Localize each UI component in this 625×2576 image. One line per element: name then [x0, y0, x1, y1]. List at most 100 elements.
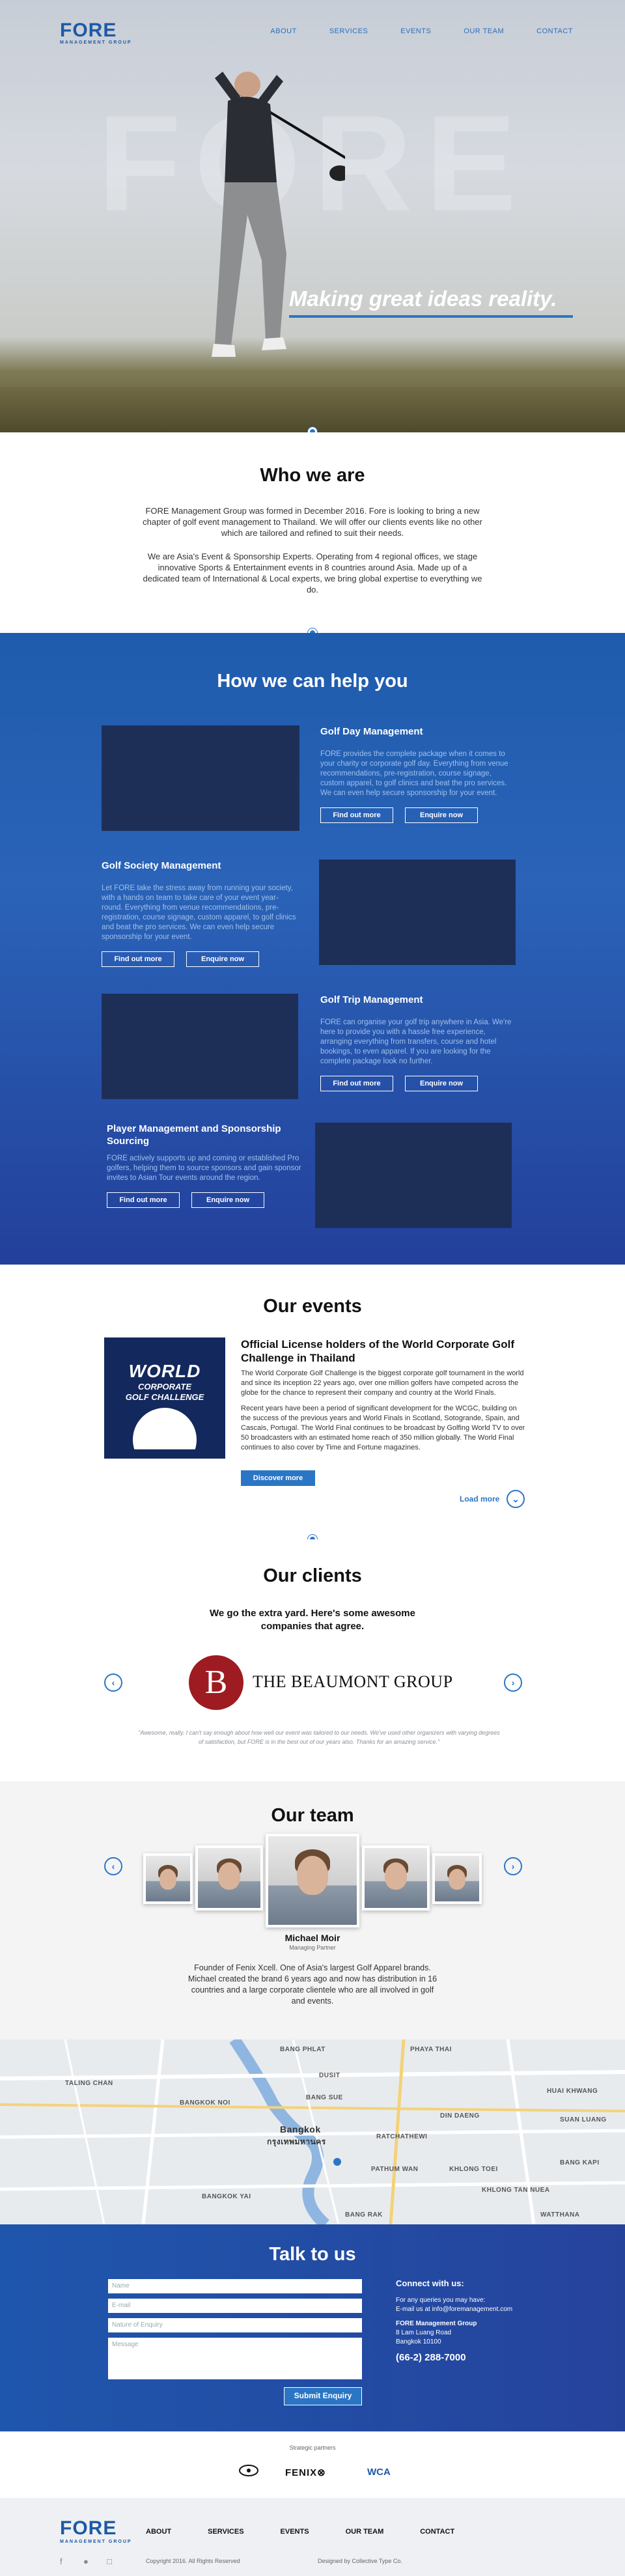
facebook-icon[interactable]: f — [60, 2556, 62, 2566]
golfer-image — [212, 72, 345, 357]
name-input[interactable]: Name — [108, 2279, 362, 2293]
map-city-label: Bangkok — [280, 2124, 321, 2135]
chevron-left-icon[interactable]: ‹ — [104, 1673, 122, 1692]
service-golf-society: Golf Society Management Let FORE take th… — [102, 860, 297, 967]
chevron-left-icon[interactable]: ‹ — [104, 1857, 122, 1875]
chevron-right-icon[interactable]: › — [504, 1673, 522, 1692]
team-photo[interactable] — [143, 1853, 193, 1904]
find-out-more-button[interactable]: Find out more — [320, 1076, 393, 1091]
enquire-now-button[interactable]: Enquire now — [405, 1076, 478, 1091]
footer-nav-services[interactable]: SERVICES — [208, 2528, 243, 2536]
map-label: WATTHANA — [540, 2211, 580, 2219]
submit-enquiry-button[interactable]: Submit Enquiry — [284, 2387, 362, 2405]
events-title: Our events — [263, 1296, 362, 1317]
twitter-icon[interactable]: ● — [83, 2556, 89, 2566]
footer-nav-our-team[interactable]: OUR TEAM — [346, 2528, 384, 2536]
map-label: DIN DAENG — [440, 2112, 480, 2120]
site-logo-sub: MANAGEMENT GROUP — [60, 40, 132, 45]
chevron-down-icon[interactable]: ⌄ — [507, 1490, 525, 1508]
who-paragraph-1: FORE Management Group was formed in Dece… — [143, 506, 482, 538]
find-out-more-button[interactable]: Find out more — [102, 951, 174, 967]
map-label: BANGKOK YAI — [202, 2193, 251, 2200]
partner-logo-emblem — [239, 2465, 258, 2476]
map-label: BANGKOK NOI — [180, 2099, 230, 2107]
nav-links: ABOUT SERVICES EVENTS OUR TEAM CONTACT — [270, 27, 573, 35]
hero-section: FORE FORE MANAGEMENT GROUP ABOUT SERVICE… — [0, 0, 625, 432]
wcgc-logo-line1: WORLD — [128, 1361, 201, 1381]
golf-ball-icon — [133, 1408, 197, 1449]
map-label: BANG KAPI — [560, 2159, 600, 2166]
map-label: PATHUM WAN — [371, 2166, 419, 2173]
service-text: Let FORE take the stress away from runni… — [102, 884, 296, 941]
who-paragraph-2: We are Asia's Event & Sponsorship Expert… — [143, 552, 482, 595]
team-photo-active[interactable] — [266, 1834, 359, 1927]
discover-more-button[interactable]: Discover more — [241, 1470, 315, 1486]
service-title: Golf Trip Management — [320, 994, 423, 1005]
service-image — [102, 994, 298, 1099]
email-input[interactable]: E-mail — [108, 2299, 362, 2313]
hero-tagline: Making great ideas reality. — [289, 287, 557, 311]
service-text: FORE actively supports up and coming or … — [107, 1155, 301, 1182]
contact-email[interactable]: E-mail us at info@foremanagement.com — [396, 2305, 512, 2314]
message-textarea[interactable]: Message — [108, 2338, 362, 2379]
section-divider-dot — [308, 427, 317, 432]
map-city-label-thai: กรุงเทพมหานคร — [267, 2137, 326, 2146]
footer-nav-contact[interactable]: CONTACT — [420, 2528, 454, 2536]
find-out-more-button[interactable]: Find out more — [107, 1192, 180, 1208]
nav-events[interactable]: EVENTS — [400, 27, 431, 35]
site-logo[interactable]: FORE — [60, 20, 117, 42]
service-player-management: Player Management and Sponsorship Sourci… — [107, 1123, 302, 1208]
chevron-right-icon[interactable]: › — [504, 1857, 522, 1875]
footer: FORE MANAGEMENT GROUP ABOUT SERVICES EVE… — [0, 2498, 625, 2576]
team-photo[interactable] — [195, 1845, 263, 1911]
contact-phone[interactable]: (66-2) 288-7000 — [396, 2353, 466, 2362]
load-more-link[interactable]: Load more — [460, 1494, 499, 1504]
enquire-now-button[interactable]: Enquire now — [186, 951, 259, 967]
footer-logo-block: FORE MANAGEMENT GROUP — [60, 2517, 132, 2544]
event-heading: Official License holders of the World Co… — [241, 1338, 515, 1364]
footer-nav-events[interactable]: EVENTS — [281, 2528, 309, 2536]
footer-logo-sub: MANAGEMENT GROUP — [60, 2540, 132, 2544]
footer-nav-about[interactable]: ABOUT — [146, 2528, 171, 2536]
enquire-now-button[interactable]: Enquire now — [191, 1192, 264, 1208]
team-photo[interactable] — [432, 1853, 482, 1904]
instagram-icon[interactable]: □ — [107, 2556, 112, 2566]
service-golf-day: Golf Day Management FORE provides the co… — [320, 725, 516, 823]
team-member-role: Managing Partner — [289, 1944, 336, 1951]
connect-heading: Connect with us: — [396, 2278, 464, 2288]
map-label: SUAN LUANG — [560, 2116, 607, 2123]
designer-credit[interactable]: Designed by Collective Type Co. — [318, 2558, 402, 2564]
nav-our-team[interactable]: OUR TEAM — [464, 27, 504, 35]
nav-contact[interactable]: CONTACT — [536, 27, 573, 35]
copyright-text: Copyright 2016. All Rights Reserved — [146, 2558, 240, 2564]
service-image — [319, 860, 516, 965]
section-divider-dot — [308, 1535, 317, 1539]
partner-logo-wca: WCA — [367, 2467, 391, 2478]
service-image — [315, 1123, 512, 1228]
find-out-more-button[interactable]: Find out more — [320, 807, 393, 823]
map-label: RATCHATHEWI — [376, 2133, 428, 2140]
team-member-name: Michael Moir — [285, 1933, 340, 1943]
enquiry-nature-input[interactable]: Nature of Enquiry — [108, 2318, 362, 2332]
enquire-now-button[interactable]: Enquire now — [405, 807, 478, 823]
clients-title: Our clients — [263, 1565, 362, 1586]
help-title: How we can help you — [217, 671, 408, 692]
footer-links: ABOUT SERVICES EVENTS OUR TEAM CONTACT — [146, 2528, 454, 2536]
team-title: Our team — [271, 1805, 354, 1826]
map-section[interactable]: BANG PHLAT PHAYA THAI TALING CHAN DUSIT … — [0, 2039, 625, 2224]
client-logo-mark: B — [189, 1655, 243, 1710]
team-photo[interactable] — [362, 1845, 430, 1911]
who-title: Who we are — [260, 465, 365, 486]
map-label: BANG SUE — [306, 2094, 343, 2101]
clients-section: Our clients We go the extra yard. Here's… — [0, 1539, 625, 1782]
partners-section: Strategic partners FENIX⊗ WCA — [0, 2431, 625, 2498]
map-label: HUAI KHWANG — [547, 2088, 598, 2095]
partners-label: Strategic partners — [289, 2444, 336, 2451]
nav-services[interactable]: SERVICES — [329, 27, 368, 35]
nav-about[interactable]: ABOUT — [270, 27, 296, 35]
map-label: BANG RAK — [345, 2211, 383, 2219]
map-label: PHAYA THAI — [410, 2046, 452, 2053]
footer-logo[interactable]: FORE — [60, 2517, 132, 2540]
service-text: FORE can organise your golf trip anywher… — [320, 1018, 512, 1065]
contact-title: Talk to us — [269, 2244, 356, 2265]
